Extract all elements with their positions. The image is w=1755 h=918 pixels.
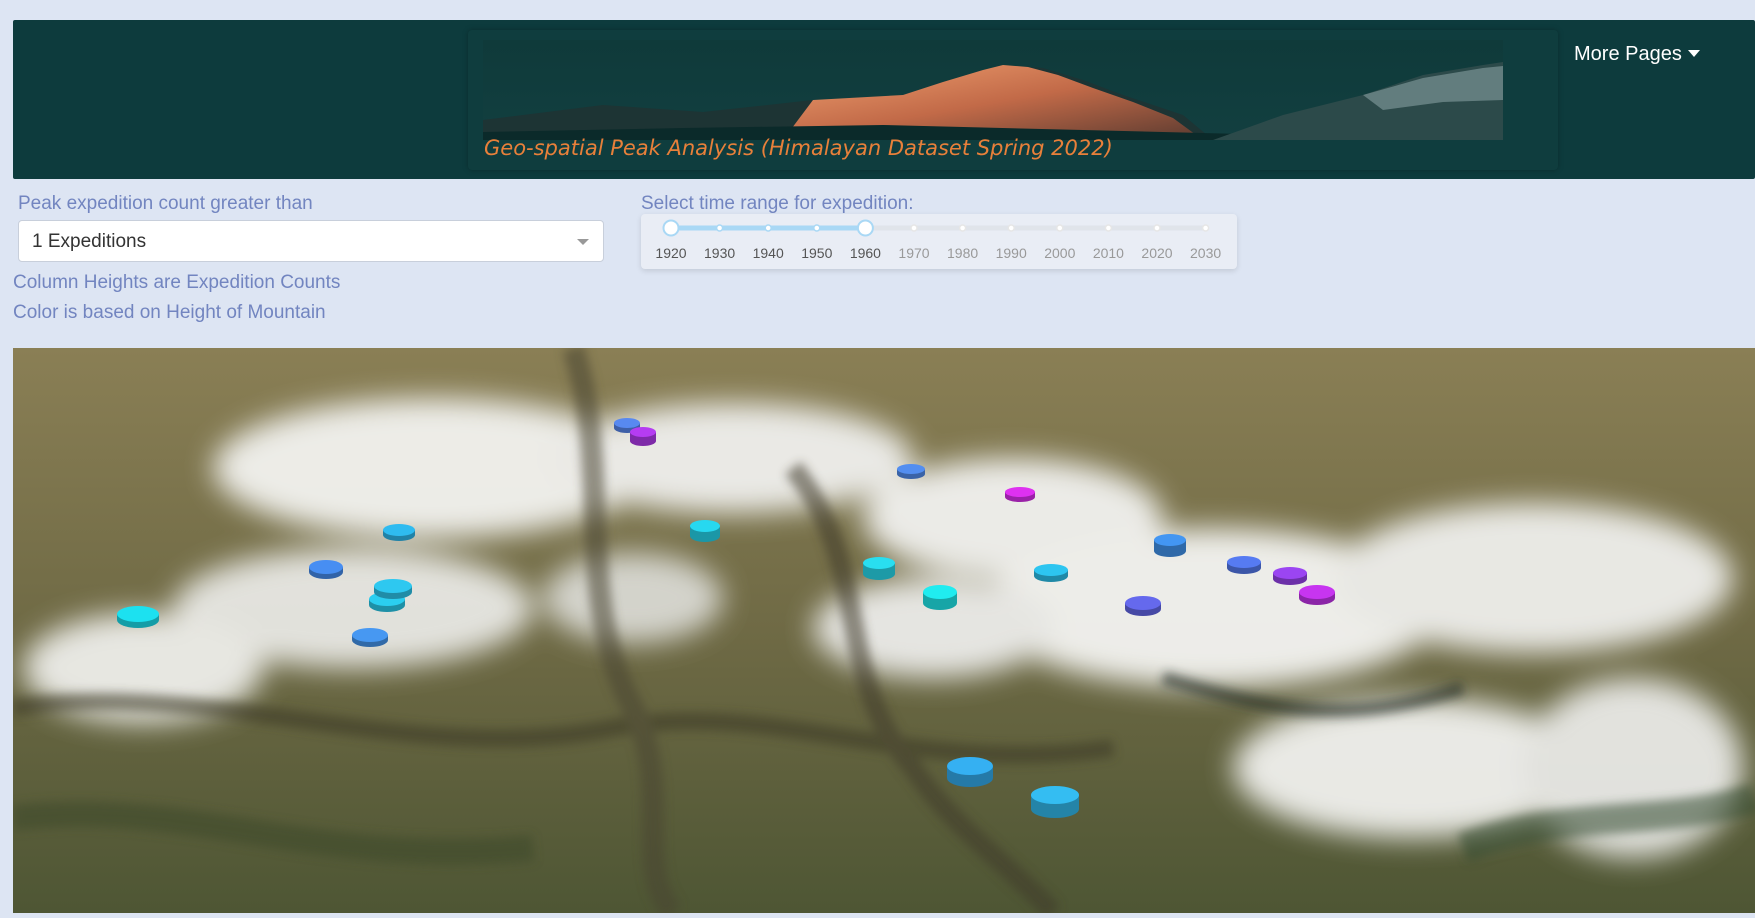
peak-column[interactable]: [352, 628, 388, 647]
peak-column[interactable]: [1273, 567, 1307, 585]
peak-column[interactable]: [1034, 564, 1068, 582]
peak-column[interactable]: [374, 579, 412, 599]
time-range-label: Select time range for expedition:: [641, 193, 914, 214]
slider-dot: [813, 224, 821, 232]
peak-column[interactable]: [923, 585, 957, 610]
header-banner: Geo-spatial Peak Analysis (Himalayan Dat…: [468, 30, 1558, 170]
peak-column[interactable]: [383, 524, 415, 541]
caret-down-icon: [1687, 50, 1700, 57]
slider-tick-label: 1940: [753, 245, 784, 261]
slider-tick-label: 1960: [850, 245, 881, 261]
slider-dot: [958, 224, 967, 232]
more-pages-label: More Pages: [1574, 43, 1682, 65]
slider-tick-label: 1990: [996, 245, 1027, 261]
peak-column[interactable]: [863, 557, 895, 580]
slider-tick-label: 1980: [947, 245, 978, 261]
slider-dot: [1104, 224, 1113, 232]
slider-tick-label: 1950: [801, 245, 832, 261]
slider-tick-label: 1930: [704, 245, 735, 261]
chevron-down-icon: [577, 239, 589, 245]
peak-column[interactable]: [1227, 556, 1261, 574]
peak-column[interactable]: [1005, 487, 1035, 502]
peak-column[interactable]: [309, 560, 343, 579]
slider-dot: [910, 224, 918, 232]
slider-dot: [1153, 224, 1161, 232]
peak-column[interactable]: [947, 757, 993, 787]
slider-dot: [1201, 224, 1210, 232]
slider-dot: [1007, 224, 1015, 232]
navbar: Geo-spatial Peak Analysis (Himalayan Dat…: [13, 20, 1755, 179]
slider-tick-label: 2020: [1141, 245, 1172, 261]
slider-tick-label: 2010: [1093, 245, 1124, 261]
peak-map[interactable]: [13, 348, 1755, 913]
slider-dot: [1056, 224, 1064, 232]
expedition-count-value: 1 Expeditions: [32, 231, 147, 252]
slider-tick-label: 1970: [898, 245, 929, 261]
color-note: Color is based on Height of Mountain: [13, 302, 326, 323]
slider-dot: [764, 224, 772, 232]
peak-column[interactable]: [690, 520, 720, 542]
slider-tick-label: 2000: [1044, 245, 1075, 261]
slider-dot: [715, 224, 724, 232]
mountain-banner-image: [483, 40, 1503, 140]
peak-column[interactable]: [117, 606, 159, 628]
peak-column[interactable]: [1125, 596, 1161, 616]
more-pages-dropdown[interactable]: More Pages: [1574, 43, 1700, 66]
peak-column[interactable]: [1299, 585, 1335, 605]
time-range-slider[interactable]: 1920 1930 1940 1950 1960 1970 1980 1990 2000 2010…: [641, 214, 1237, 269]
slider-handle[interactable]: [856, 219, 874, 237]
peak-column[interactable]: [1154, 534, 1186, 557]
expedition-count-select[interactable]: 1 Expeditions: [18, 220, 604, 262]
expedition-count-label: Peak expedition count greater than: [18, 193, 313, 214]
peak-column[interactable]: [897, 464, 925, 479]
peak-column[interactable]: [630, 427, 656, 446]
slider-tick-label: 1920: [655, 245, 686, 261]
page-title: Geo-spatial Peak Analysis (Himalayan Dat…: [484, 136, 1113, 160]
time-range-slider-svg[interactable]: 1920 1930 1940 1950 1960 1970 1980 1990 2000 2010…: [641, 214, 1237, 269]
slider-handle[interactable]: [662, 219, 680, 237]
slider-tick-label: 2030: [1190, 245, 1221, 261]
column-height-note: Column Heights are Expedition Counts: [13, 272, 341, 293]
peak-column[interactable]: [1031, 786, 1079, 818]
